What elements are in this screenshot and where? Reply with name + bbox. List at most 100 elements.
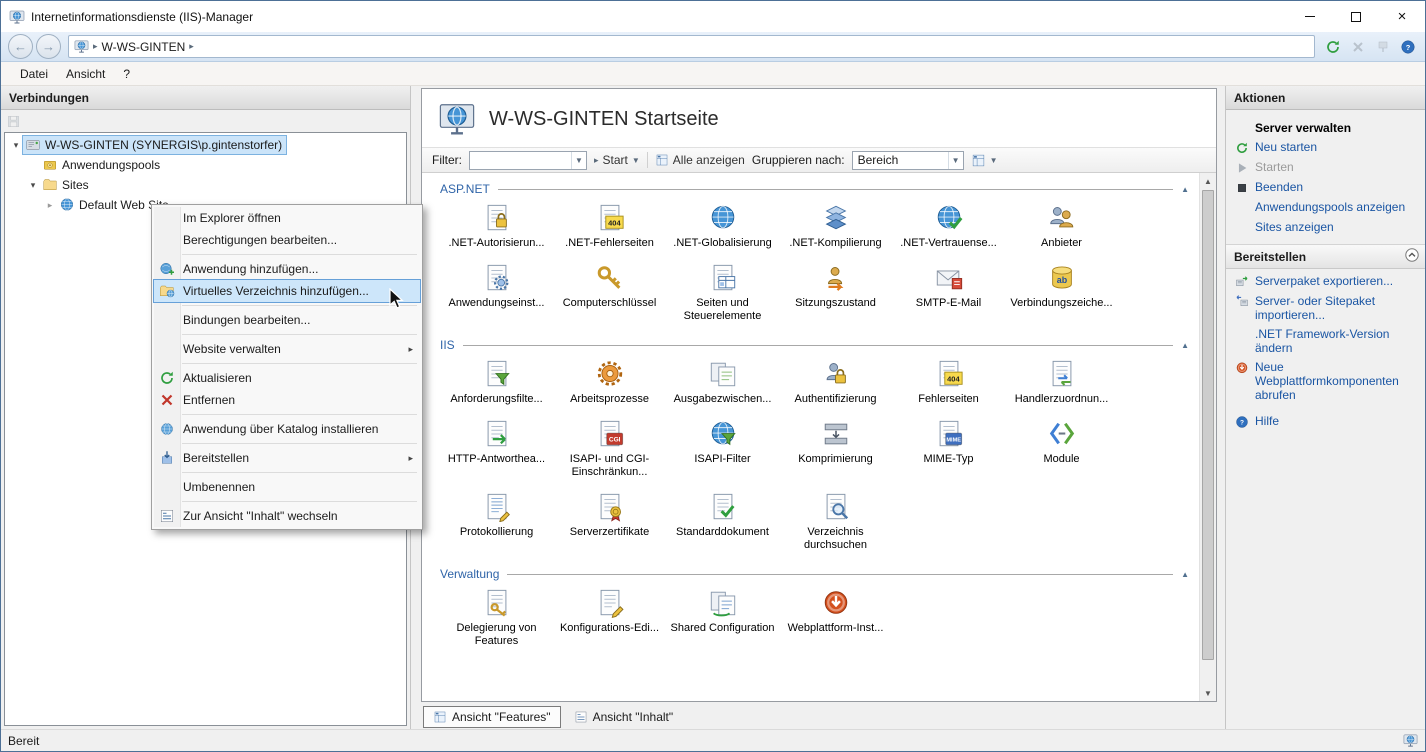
context-menu-item[interactable]: Berechtigungen bearbeiten... xyxy=(154,229,420,251)
tree-item-body[interactable]: Anwendungspools xyxy=(40,156,164,174)
scroll-up-icon[interactable]: ▲ xyxy=(1200,173,1216,189)
folder-icon xyxy=(42,177,58,193)
tab-content-view[interactable]: Ansicht "Inhalt" xyxy=(564,706,684,728)
webpi-icon xyxy=(821,588,851,618)
action-item[interactable]: Neue Webplattformkomponenten abrufen xyxy=(1234,360,1419,402)
collapse-section-icon[interactable]: ▲ xyxy=(1181,341,1190,350)
mail-icon xyxy=(934,263,964,293)
context-menu-item[interactable]: Entfernen xyxy=(154,389,420,411)
filter-go-button[interactable]: ▸ Start ▼ xyxy=(594,153,640,167)
context-menu-item[interactable]: Aktualisieren xyxy=(154,367,420,389)
menubar-item[interactable]: Datei xyxy=(11,63,57,85)
feature-item[interactable]: Anforderungsfilte... xyxy=(440,359,553,406)
address-bar[interactable]: ▸ W-WS-GINTEN ▸ xyxy=(68,35,1315,58)
feature-item[interactable]: Arbeitsprozesse xyxy=(553,359,666,406)
show-all-button[interactable]: Alle anzeigen xyxy=(655,153,745,167)
refresh-button[interactable] xyxy=(1323,37,1343,57)
help-button[interactable]: ? xyxy=(1398,37,1418,57)
feature-item[interactable]: 404.NET-Fehlerseiten xyxy=(553,203,666,250)
feature-item[interactable]: Anbieter xyxy=(1005,203,1118,250)
action-item[interactable]: Beenden xyxy=(1234,180,1419,195)
feature-item[interactable]: Standarddokument xyxy=(666,492,779,552)
feature-item[interactable]: Ausgabezwischen... xyxy=(666,359,779,406)
tree-item-body[interactable]: W-WS-GINTEN (SYNERGIS\p.gintenstorfer) xyxy=(23,136,286,154)
feature-item[interactable]: .NET-Vertrauense... xyxy=(892,203,1005,250)
back-button[interactable]: ← xyxy=(8,34,33,59)
feature-item[interactable]: Verzeichnis durchsuchen xyxy=(779,492,892,552)
feature-item[interactable]: Protokollierung xyxy=(440,492,553,552)
feature-item[interactable]: .NET-Globalisierung xyxy=(666,203,779,250)
vertical-scrollbar[interactable]: ▲ ▼ xyxy=(1199,173,1216,701)
context-menu-item[interactable]: Umbenennen xyxy=(154,476,420,498)
feature-item[interactable]: Delegierung von Features xyxy=(440,588,553,648)
collapse-section-icon[interactable]: ▲ xyxy=(1181,570,1190,579)
context-menu-item[interactable]: Website verwalten▸ xyxy=(154,338,420,360)
tree-item[interactable]: ▾Sites xyxy=(5,175,406,195)
action-item[interactable]: Serverpaket exportieren... xyxy=(1234,274,1419,289)
feature-item[interactable]: Webplattform-Inst... xyxy=(779,588,892,648)
context-menu-item[interactable]: Bindungen bearbeiten... xyxy=(154,309,420,331)
feature-item[interactable]: SMTP-E-Mail xyxy=(892,263,1005,323)
action-item[interactable]: Anwendungspools anzeigen xyxy=(1234,200,1419,215)
scrollbar-thumb[interactable] xyxy=(1202,190,1214,660)
feature-item[interactable]: Konfigurations-Edi... xyxy=(553,588,666,648)
feature-item[interactable]: Sitzungszustand xyxy=(779,263,892,323)
collapse-section-icon[interactable]: ▲ xyxy=(1181,185,1190,194)
context-menu-item[interactable]: Im Explorer öffnen xyxy=(154,207,420,229)
scroll-down-icon[interactable]: ▼ xyxy=(1200,685,1216,701)
chevron-down-icon[interactable]: ▼ xyxy=(571,152,586,169)
feature-item-label: Standarddokument xyxy=(676,526,769,539)
context-menu-item[interactable]: Anwendung hinzufügen... xyxy=(154,258,420,280)
content-view-icon xyxy=(574,710,588,724)
context-menu-item[interactable]: Zur Ansicht "Inhalt" wechseln xyxy=(154,505,420,527)
feature-item[interactable]: MIMEMIME-Typ xyxy=(892,419,1005,479)
context-menu-item[interactable]: Bereitstellen▸ xyxy=(154,447,420,469)
feature-item[interactable]: HTTP-Antworthea... xyxy=(440,419,553,479)
close-button[interactable]: × xyxy=(1379,1,1425,32)
feature-item[interactable]: Handlerzuordnun... xyxy=(1005,359,1118,406)
tab-features-view[interactable]: Ansicht "Features" xyxy=(423,706,561,728)
feature-item[interactable]: Computerschlüssel xyxy=(553,263,666,323)
tree-expander-icon[interactable]: ▸ xyxy=(43,200,57,211)
feature-item[interactable]: Seiten und Steuerelemente xyxy=(666,263,779,323)
feature-item[interactable]: 404Fehlerseiten xyxy=(892,359,1005,406)
feature-item[interactable]: CGIISAPI- und CGI-Einschränkun... xyxy=(553,419,666,479)
feature-item[interactable]: abVerbindungszeiche... xyxy=(1005,263,1118,323)
feature-item[interactable]: Anwendungseinst... xyxy=(440,263,553,323)
feature-item[interactable]: Authentifizierung xyxy=(779,359,892,406)
menubar-item[interactable]: ? xyxy=(114,63,139,85)
tree-item[interactable]: Anwendungspools xyxy=(5,155,406,175)
action-item[interactable]: Server- oder Sitepaket importieren... xyxy=(1234,294,1419,322)
feature-item[interactable]: Module xyxy=(1005,419,1118,479)
feature-item[interactable]: .NET-Kompilierung xyxy=(779,203,892,250)
feature-item[interactable]: Shared Configuration xyxy=(666,588,779,648)
people-icon xyxy=(1047,203,1077,233)
view-selector-button[interactable]: ▼ xyxy=(971,153,998,168)
menubar-item[interactable]: Ansicht xyxy=(57,63,114,85)
feature-item-label: Authentifizierung xyxy=(795,393,877,406)
forward-button[interactable]: → xyxy=(36,34,61,59)
tree-item[interactable]: ▾W-WS-GINTEN (SYNERGIS\p.gintenstorfer) xyxy=(5,135,406,155)
actions-panel: Aktionen Server verwaltenNeu startenStar… xyxy=(1225,86,1425,729)
tree-expander-icon[interactable]: ▾ xyxy=(26,180,40,191)
action-item[interactable]: Neu starten xyxy=(1234,140,1419,155)
feature-item[interactable]: ISAPI-Filter xyxy=(666,419,779,479)
feature-item[interactable]: .NET-Autorisierun... xyxy=(440,203,553,250)
filter-input[interactable]: ▼ xyxy=(469,151,587,170)
action-item[interactable]: ?Hilfe xyxy=(1234,414,1419,429)
group-by-select[interactable]: Bereich ▼ xyxy=(852,151,964,170)
breadcrumb[interactable]: W-WS-GINTEN xyxy=(102,40,186,54)
tree-expander-icon[interactable]: ▾ xyxy=(9,140,23,151)
action-item[interactable]: .NET Framework-Version ändern xyxy=(1234,327,1419,355)
collapse-group-icon[interactable] xyxy=(1405,248,1419,265)
context-menu-item[interactable]: Anwendung über Katalog installieren xyxy=(154,418,420,440)
tree-item-body[interactable]: Sites xyxy=(40,176,93,194)
feature-item[interactable]: Komprimierung xyxy=(779,419,892,479)
context-menu-item[interactable]: Virtuelles Verzeichnis hinzufügen... xyxy=(154,280,420,302)
minimize-button[interactable] xyxy=(1287,1,1333,32)
feature-item[interactable]: Serverzertifikate xyxy=(553,492,666,552)
save-connection-icon[interactable] xyxy=(6,114,21,129)
actions-group-header[interactable]: Bereitstellen xyxy=(1226,244,1425,269)
maximize-button[interactable] xyxy=(1333,1,1379,32)
action-item[interactable]: Sites anzeigen xyxy=(1234,220,1419,235)
